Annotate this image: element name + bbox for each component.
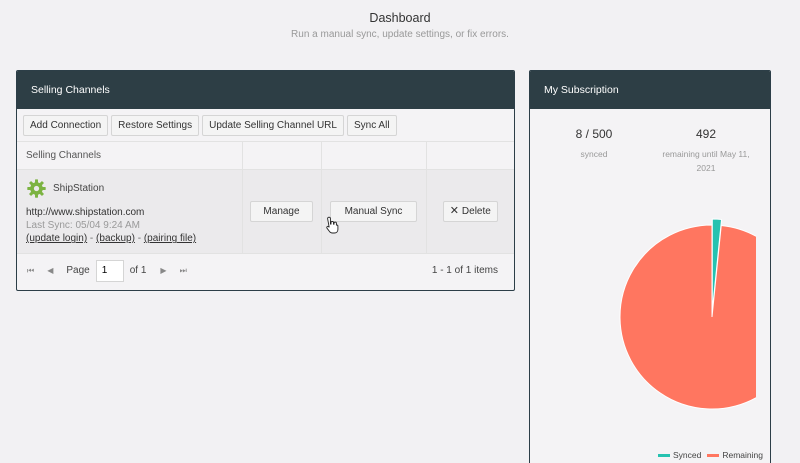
remaining-stat: 492 remaining until May 11, 2021 xyxy=(656,127,756,175)
page-count-label: of 1 xyxy=(129,265,147,276)
update-selling-channel-url-button[interactable]: Update Selling Channel URL xyxy=(202,115,344,136)
channel-links: (update login) - (backup) - (pairing fil… xyxy=(26,233,242,244)
gear-icon xyxy=(26,178,47,199)
table-row: ShipStation http://www.shipstation.com L… xyxy=(17,169,514,253)
last-sync-text: Last Sync: 05/04 9:24 AM xyxy=(26,220,140,232)
remaining-value: 492 xyxy=(695,127,717,141)
add-connection-button[interactable]: Add Connection xyxy=(23,115,109,136)
manage-button[interactable]: Manage xyxy=(250,200,313,222)
backup-link[interactable]: (backup) xyxy=(96,233,135,244)
last-page-icon[interactable]: ⏭ xyxy=(180,266,187,276)
link-separator: - xyxy=(134,233,144,245)
next-page-icon[interactable]: ▶ xyxy=(160,266,166,275)
legend-label-synced: Synced xyxy=(673,450,702,460)
channel-url: http://www.shipstation.com xyxy=(26,207,145,219)
link-separator: - xyxy=(87,233,97,245)
channel-info-cell: ShipStation http://www.shipstation.com L… xyxy=(17,169,243,253)
synced-label: synced xyxy=(580,149,608,159)
delete-button[interactable]: ✕ Delete xyxy=(442,200,498,222)
pager: ⏮ ◀ Page of 1 ▶ ⏭ 1 - 1 of 1 items xyxy=(17,253,514,287)
channels-table: Selling Channels ShipStation http://www.… xyxy=(17,142,514,253)
pie-slice-remaining xyxy=(619,224,756,410)
subscription-pie-chart xyxy=(619,218,756,410)
subscription-panel-title: My Subscription xyxy=(530,71,770,109)
legend-swatch-remaining xyxy=(707,454,720,458)
restore-settings-button[interactable]: Restore Settings xyxy=(111,115,200,136)
legend-item-synced: Synced xyxy=(658,450,701,460)
column-header-delete xyxy=(426,142,514,170)
update-login-link[interactable]: (update login) xyxy=(26,233,87,244)
manual-sync-cell: Manual Sync xyxy=(321,169,427,253)
remaining-label-line-2: 2021 xyxy=(696,163,716,173)
previous-page-icon[interactable]: ◀ xyxy=(47,266,53,275)
page-title: Dashboard xyxy=(369,11,431,25)
synced-stat: 8 / 500 synced xyxy=(550,127,638,161)
table-header-row: Selling Channels xyxy=(17,142,514,170)
close-icon: ✕ xyxy=(449,204,459,217)
selling-channels-panel-title: Selling Channels xyxy=(17,71,514,109)
delete-cell: ✕ Delete xyxy=(426,169,514,253)
delete-label: Delete xyxy=(461,205,491,217)
remaining-label: remaining until May 11, 2021 xyxy=(656,147,756,175)
manage-cell: Manage xyxy=(242,169,322,253)
pairing-file-link[interactable]: (pairing file) xyxy=(144,233,196,244)
hand-cursor-icon xyxy=(326,216,339,239)
page-number-input[interactable] xyxy=(95,259,124,282)
legend-item-remaining: Remaining xyxy=(707,450,763,460)
column-header-sync xyxy=(321,142,427,170)
selling-channels-panel: Selling Channels Add Connection Restore … xyxy=(16,70,515,291)
column-header-manage xyxy=(242,142,322,170)
chart-legend: Synced Remaining xyxy=(658,450,763,460)
subscription-panel: My Subscription 8 / 500 synced 492 remai… xyxy=(529,70,771,463)
synced-value: 8 / 500 xyxy=(575,127,613,141)
page-label: Page xyxy=(66,265,90,276)
sync-all-button[interactable]: Sync All xyxy=(346,115,397,136)
manual-sync-button[interactable]: Manual Sync xyxy=(329,200,418,222)
first-page-icon[interactable]: ⏮ xyxy=(27,266,34,276)
page-header: Dashboard Run a manual sync, update sett… xyxy=(0,10,800,41)
remaining-label-line-1: remaining until May 11, xyxy=(662,149,750,159)
legend-label-remaining: Remaining xyxy=(722,450,763,460)
column-header-selling-channels: Selling Channels xyxy=(17,142,243,170)
items-count: 1 - 1 of 1 items xyxy=(431,265,498,276)
legend-swatch-synced xyxy=(658,454,670,458)
channel-name: ShipStation xyxy=(53,183,105,195)
page-subtitle: Run a manual sync, update settings, or f… xyxy=(291,29,509,40)
channels-toolbar: Add Connection Restore Settings Update S… xyxy=(17,109,514,142)
subscription-stats: 8 / 500 synced 492 remaining until May 1… xyxy=(530,109,770,189)
